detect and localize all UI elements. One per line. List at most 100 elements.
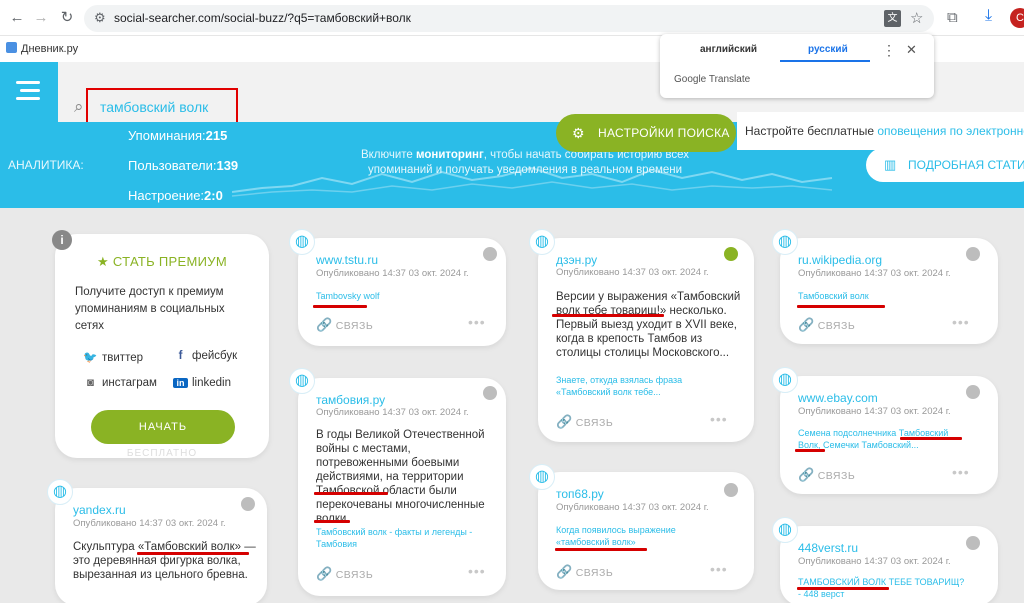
extensions-icon[interactable]: ⧉: [947, 9, 958, 26]
result-card-yandex[interactable]: yandex.ru Опубликовано 14:37 03 окт. 202…: [55, 488, 267, 603]
profile-avatar[interactable]: С: [1010, 8, 1024, 28]
search-icon: ⌕: [74, 97, 84, 116]
annotation-underline: [795, 449, 825, 452]
address-bar[interactable]: ⚙ social-searcher.com/social-buzz/?q5=та…: [84, 5, 934, 32]
info-icon[interactable]: i: [52, 230, 72, 250]
card-snippet[interactable]: Знаете, откуда взялась фраза «Тамбовский…: [556, 374, 726, 398]
forward-arrow-icon[interactable]: →: [32, 9, 50, 27]
card-snippet[interactable]: Тамбовский волк: [798, 290, 869, 302]
card-site[interactable]: 448verst.ru: [798, 541, 858, 555]
paperclip-icon: 🔗: [316, 317, 333, 332]
globe-icon: ◍: [529, 464, 555, 490]
card-published: Опубликовано 14:37 03 окт. 2024 г.: [316, 268, 469, 279]
card-link[interactable]: 🔗 СВЯЗЬ: [556, 414, 613, 430]
premium-description: Получите доступ к премиум упоминаниям в …: [75, 286, 225, 332]
globe-icon: ◍: [47, 479, 73, 505]
more-dots-icon[interactable]: •••: [468, 314, 486, 330]
translate-target-lang[interactable]: русский: [808, 44, 848, 55]
more-options-icon[interactable]: ⋮: [882, 42, 896, 59]
bookmark-star-icon[interactable]: ☆: [910, 9, 923, 27]
reload-icon[interactable]: ↻: [58, 9, 76, 27]
more-dots-icon[interactable]: •••: [710, 411, 728, 427]
card-link[interactable]: 🔗 СВЯЗЬ: [316, 317, 373, 333]
sentiment-stat: Настроение:2:0: [128, 188, 223, 203]
card-body: В годы Великой Отечественной войны с мес…: [316, 429, 485, 525]
result-card-dzen[interactable]: дзэн.ру Опубликовано 14:37 03 окт. 2024 …: [538, 238, 754, 442]
globe-icon: ◍: [289, 368, 315, 394]
site-info-icon[interactable]: ⚙: [94, 10, 106, 26]
card-site[interactable]: топ68.ру: [556, 487, 604, 501]
sentiment-dot: [483, 247, 497, 261]
search-settings-button[interactable]: ⚙ НАСТРОЙКИ ПОИСКА: [556, 114, 736, 152]
more-dots-icon[interactable]: •••: [952, 314, 970, 330]
active-lang-underline: [780, 60, 870, 62]
more-dots-icon[interactable]: •••: [468, 563, 486, 579]
browser-toolbar: ← → ↻ ⚙ social-searcher.com/social-buzz/…: [0, 0, 1024, 36]
card-site[interactable]: www.tstu.ru: [316, 253, 378, 267]
sentiment-dot: [241, 497, 255, 511]
card-site[interactable]: www.ebay.com: [798, 391, 878, 405]
card-snippet[interactable]: Tambovsky wolf: [316, 290, 380, 302]
globe-icon: ◍: [772, 517, 798, 543]
more-dots-icon[interactable]: •••: [710, 561, 728, 577]
result-card-tstu[interactable]: www.tstu.ru Опубликовано 14:37 03 окт. 2…: [298, 238, 506, 346]
annotation-underline: [797, 587, 889, 590]
card-link[interactable]: 🔗 СВЯЗЬ: [798, 317, 855, 333]
card-link[interactable]: 🔗 СВЯЗЬ: [316, 566, 373, 582]
email-alerts-link[interactable]: оповещения по электронно: [877, 124, 1024, 138]
translate-icon[interactable]: 文: [884, 10, 901, 27]
instagram-link[interactable]: ◙ инстаграм: [83, 377, 157, 389]
card-site[interactable]: ru.wikipedia.org: [798, 253, 882, 267]
detailed-stats-button[interactable]: ▥ ПОДРОБНАЯ СТАТИС: [866, 148, 1024, 182]
result-card-ton68[interactable]: топ68.ру Опубликовано 14:37 03 окт. 2024…: [538, 472, 754, 590]
instagram-icon: ◙: [87, 377, 94, 389]
annotation-underline: [552, 314, 664, 317]
annotation-underline: [555, 548, 647, 551]
annotation-underline: [314, 520, 350, 523]
result-card-tambovia[interactable]: тамбовия.ру Опубликовано 14:37 03 окт. 2…: [298, 378, 506, 596]
start-premium-button[interactable]: НАЧАТЬ: [91, 410, 235, 444]
result-card-448verst[interactable]: 448verst.ru Опубликовано 14:37 03 окт. 2…: [780, 526, 998, 603]
free-label: БЕСПЛАТНО: [126, 448, 198, 459]
card-site[interactable]: yandex.ru: [73, 503, 126, 517]
translate-brand: Google Translate: [674, 74, 751, 85]
card-link[interactable]: 🔗 СВЯЗЬ: [798, 467, 855, 483]
gear-icon: ⚙: [572, 125, 585, 141]
card-published: Опубликовано 14:37 03 окт. 2024 г.: [798, 556, 951, 567]
paperclip-icon: 🔗: [556, 564, 573, 579]
translate-source-lang[interactable]: английский: [700, 44, 757, 55]
card-body: Версии у выражения «Тамбовский волк тебе…: [556, 291, 741, 359]
facebook-icon: f: [178, 350, 183, 362]
globe-icon: ◍: [772, 367, 798, 393]
email-alerts-banner: Настройте бесплатные оповещения по элект…: [737, 112, 1024, 150]
users-stat: Пользователи:139: [128, 158, 239, 173]
annotation-underline: [900, 437, 962, 440]
analytics-label: АНАЛИТИКА:: [8, 158, 84, 172]
card-snippet[interactable]: Когда появилось выражение «тамбовский во…: [556, 524, 726, 548]
back-arrow-icon[interactable]: ←: [8, 9, 26, 27]
card-body: Скульптура «Тамбовский волк» — это дерев…: [73, 541, 256, 581]
paperclip-icon: 🔗: [316, 566, 333, 581]
card-link[interactable]: 🔗 СВЯЗЬ: [556, 564, 613, 580]
twitter-icon: 🐦: [83, 352, 98, 364]
linkedin-link[interactable]: in linkedin: [173, 377, 231, 389]
paperclip-icon: 🔗: [556, 414, 573, 429]
menu-button[interactable]: [0, 62, 58, 122]
card-site[interactable]: тамбовия.ру: [316, 393, 385, 407]
linkedin-icon: in: [173, 378, 188, 388]
sentiment-dot: [966, 385, 980, 399]
bookmark-label: Дневник.ру: [21, 43, 79, 55]
facebook-link[interactable]: f фейсбук: [173, 350, 238, 362]
card-published: Опубликовано 14:37 03 окт. 2024 г.: [556, 502, 709, 513]
close-icon[interactable]: ✕: [906, 42, 917, 58]
card-published: Опубликовано 14:37 03 окт. 2024 г.: [798, 406, 951, 417]
twitter-link[interactable]: 🐦 твиттер: [83, 350, 143, 364]
card-snippet[interactable]: Тамбовский волк - факты и легенды - Тамб…: [316, 526, 491, 550]
paperclip-icon: 🔗: [798, 467, 815, 482]
card-site[interactable]: дзэн.ру: [556, 253, 597, 267]
annotation-underline: [313, 305, 367, 308]
download-icon[interactable]: ⤓: [985, 7, 992, 25]
premium-title: ★ СТАТЬ ПРЕМИУМ: [97, 254, 227, 269]
bookmark-dnevnik[interactable]: Дневник.ру: [6, 42, 78, 55]
more-dots-icon[interactable]: •••: [952, 464, 970, 480]
